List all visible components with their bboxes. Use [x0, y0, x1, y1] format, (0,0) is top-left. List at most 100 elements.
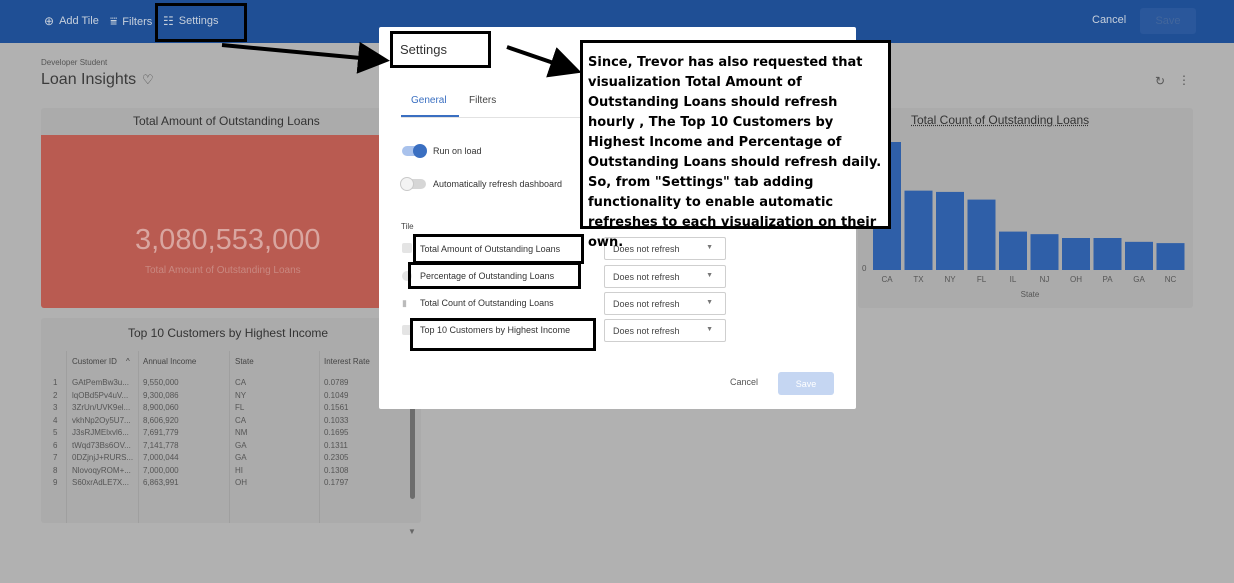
tile-title: Top 10 Customers by Highest Income: [128, 326, 329, 340]
single-value-subtitle: Total Amount of Outstanding Loans: [145, 265, 301, 276]
scroll-down-arrow-icon[interactable]: ▼: [408, 527, 416, 536]
table-cell: 6: [53, 440, 58, 450]
table-cell: 0DZjnjJ+RURS...: [72, 453, 134, 462]
sort-up-icon[interactable]: ^: [126, 357, 130, 366]
tile-column-header: Tile: [401, 222, 414, 231]
more-options-icon[interactable]: ⋮: [1178, 73, 1190, 87]
save-dashboard-button[interactable]: Save: [1140, 8, 1196, 34]
annotation-note: Since, Trevor has also requested that vi…: [580, 40, 891, 250]
table-cell: NlovoqyROM+...: [72, 465, 131, 475]
add-tile-label: Add Tile: [59, 15, 99, 27]
refresh-interval-select[interactable]: Does not refresh ▼: [604, 292, 726, 315]
bar-nc[interactable]: [1156, 243, 1185, 270]
table-cell: 7,000,044: [143, 453, 179, 462]
cancel-edit-button[interactable]: Cancel: [1092, 14, 1126, 26]
annotation-box: [408, 262, 581, 289]
toggle-knob: [413, 144, 427, 158]
column-header[interactable]: State: [235, 357, 254, 366]
bar-pa[interactable]: [1093, 238, 1122, 270]
table-cell: CA: [235, 378, 247, 387]
table-cell: CA: [235, 415, 247, 425]
column-header[interactable]: Customer ID: [72, 357, 117, 366]
table-row: 5 J3sRJMElxvl6... 7,691,779 NM 0.1695: [41, 427, 411, 439]
table-cell: 0.1049: [324, 390, 349, 400]
table-cell: 8,606,920: [143, 415, 179, 425]
table-cell: 7,691,779: [143, 428, 179, 437]
refresh-icon[interactable]: ↻: [1155, 74, 1165, 88]
tab-filters[interactable]: Filters: [469, 95, 496, 106]
table-cell: lqOBd5Pv4uV...: [72, 390, 129, 400]
arrow-to-settings: [221, 41, 390, 74]
dropdown-caret-icon: ▼: [706, 244, 713, 251]
refresh-interval-select[interactable]: Does not refresh ▼: [604, 319, 726, 342]
annotation-box: [390, 31, 491, 68]
refresh-interval-select[interactable]: Does not refresh ▼: [604, 265, 726, 288]
tile-total-amount: Total Amount of Outstanding Loans 3,080,…: [41, 108, 421, 308]
x-tick-label: PA: [1102, 275, 1113, 284]
x-tick-label: GA: [1133, 275, 1145, 284]
table-cell: GA: [235, 440, 247, 450]
table-cell: 7,000,000: [143, 465, 179, 475]
table-cell: OH: [235, 478, 247, 487]
tile-total-count: CATXNYFLILNJOHPAGANCState00 Total Count …: [858, 108, 1193, 308]
select-value: Does not refresh: [613, 299, 680, 309]
dashboard-title: Loan Insights: [41, 71, 137, 88]
x-axis-label: State: [1021, 290, 1040, 299]
x-tick-label: NC: [1165, 275, 1177, 284]
tile-top10-customers: Top 10 Customers by Highest Income Custo…: [41, 318, 421, 536]
bar-oh[interactable]: [1062, 238, 1090, 270]
y-tick-label: 0: [862, 264, 867, 273]
x-tick-label: NJ: [1040, 275, 1050, 284]
bar-ga[interactable]: [1125, 241, 1153, 270]
tab-general[interactable]: General: [411, 95, 447, 106]
select-value: Does not refresh: [613, 326, 680, 336]
x-tick-label: TX: [913, 275, 924, 284]
save-button[interactable]: Save: [778, 372, 834, 395]
run-on-load-toggle[interactable]: [402, 144, 427, 158]
table-cell: 0.2305: [324, 453, 349, 462]
table-cell: 0.0789: [324, 378, 349, 387]
folder-breadcrumb[interactable]: Developer Student: [41, 58, 107, 67]
auto-refresh-label: Automatically refresh dashboard: [433, 179, 563, 189]
table-cell: NM: [235, 428, 248, 437]
single-value-tile-icon: [402, 243, 412, 253]
dropdown-caret-icon: ▼: [706, 272, 713, 279]
bar-fl[interactable]: [967, 199, 996, 270]
tile-title: Total Amount of Outstanding Loans: [133, 114, 320, 128]
x-tick-label: OH: [1070, 275, 1082, 284]
annotation-box: [413, 234, 584, 264]
filters-button[interactable]: ⩸ Filters: [110, 14, 152, 29]
table-cell: 9: [53, 478, 58, 487]
count-bar-chart: CATXNYFLILNJOHPAGANCState00: [862, 142, 1185, 299]
table-cell: 0.1695: [324, 428, 349, 437]
bar-il[interactable]: [999, 231, 1027, 270]
table-row: 3 3ZrUn/UVK9el... 8,900,060 FL 0.1561: [41, 402, 411, 414]
table-cell: GA: [235, 453, 247, 462]
cancel-button[interactable]: Cancel: [730, 377, 758, 387]
bar-chart-tile-icon: ▮: [402, 298, 407, 308]
x-tick-label: NY: [944, 275, 956, 284]
favorite-heart-icon[interactable]: ♡: [142, 72, 154, 88]
table-cell: 0.1561: [324, 403, 349, 412]
select-value: Does not refresh: [613, 272, 680, 282]
table-cell: GAtPemBw3u...: [72, 378, 129, 387]
column-header[interactable]: Annual Income: [143, 357, 196, 366]
bar-tx[interactable]: [904, 190, 933, 270]
table-cell: vkhNp2Oy5U7...: [72, 415, 131, 425]
toggle-knob: [400, 177, 414, 191]
table-row: 8 NlovoqyROM+... 7,000,000 HI 0.1308: [41, 465, 411, 477]
bar-nj[interactable]: [1030, 234, 1059, 270]
bar-ny[interactable]: [936, 191, 964, 270]
tile-title: Total Count of Outstanding Loans: [911, 113, 1090, 127]
tile-row-label: Total Count of Outstanding Loans: [420, 298, 554, 308]
table-cell: 3: [53, 403, 58, 412]
table-cell: 0.1311: [324, 440, 348, 450]
table-header: Customer ID ^ Annual Income State Intere…: [41, 351, 411, 371]
table-cell: 0.1033: [324, 415, 349, 425]
auto-refresh-toggle[interactable]: [400, 177, 426, 191]
annotation-box: [155, 3, 247, 42]
add-tile-button[interactable]: ⊕ Add Tile: [44, 14, 99, 28]
column-header[interactable]: Interest Rate: [324, 357, 370, 366]
table-cell: 4: [53, 415, 58, 425]
table-cell: 3ZrUn/UVK9el...: [72, 403, 131, 412]
